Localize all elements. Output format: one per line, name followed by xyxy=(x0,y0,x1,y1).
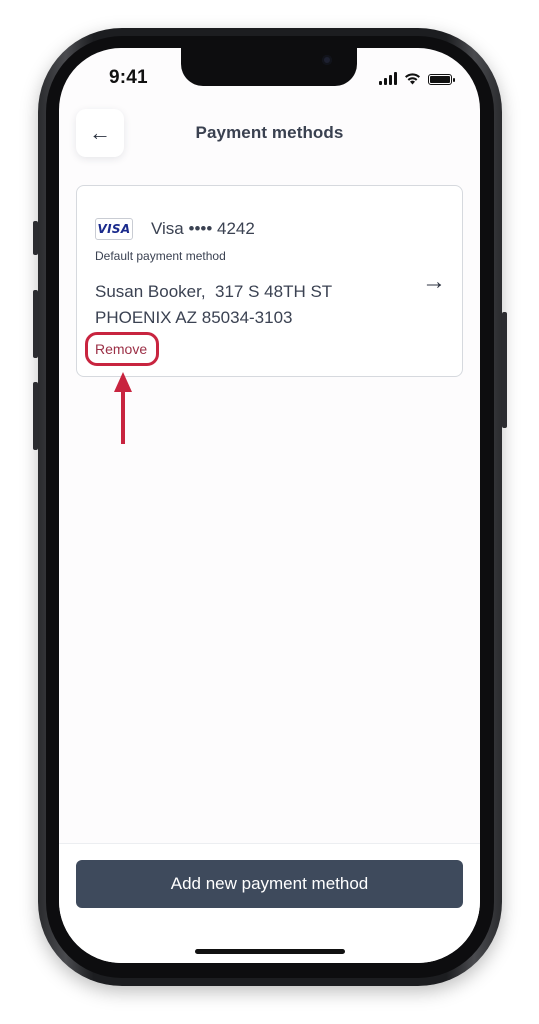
power-button xyxy=(502,312,507,428)
card-number-label: Visa •••• 4242 xyxy=(151,219,255,238)
payment-method-card[interactable]: VISA Visa •••• 4242 Default payment meth… xyxy=(76,185,463,377)
volume-down-button xyxy=(33,382,38,450)
notch xyxy=(181,48,357,86)
add-payment-method-button[interactable]: Add new payment method xyxy=(76,860,463,908)
visa-logo-icon: VISA xyxy=(95,218,133,240)
status-time: 9:41 xyxy=(109,67,148,88)
remove-highlight-outline xyxy=(85,332,159,366)
screen: 9:41 ← Payment methods VISA Visa •••• 42… xyxy=(59,48,480,963)
card-chevron-right-icon[interactable]: → xyxy=(422,268,446,296)
billing-address: Susan Booker, 317 S 48TH ST PHOENIX AZ 8… xyxy=(95,279,332,331)
mute-switch xyxy=(33,221,38,255)
stage: 9:41 ← Payment methods VISA Visa •••• 42… xyxy=(0,0,539,1024)
billing-address-line-1: Susan Booker, 317 S 48TH ST xyxy=(95,282,333,301)
status-icons xyxy=(379,69,455,85)
camera-icon xyxy=(322,55,332,65)
annotation-arrow-icon xyxy=(114,372,132,444)
page-title: Payment methods xyxy=(195,123,344,142)
default-payment-label: Default payment method xyxy=(95,249,226,263)
volume-up-button xyxy=(33,290,38,358)
signal-icon xyxy=(379,72,397,85)
wifi-icon xyxy=(405,73,420,85)
home-indicator[interactable] xyxy=(195,949,345,954)
battery-icon xyxy=(428,74,455,85)
billing-address-line-2: PHOENIX AZ 85034-3103 xyxy=(95,308,293,327)
